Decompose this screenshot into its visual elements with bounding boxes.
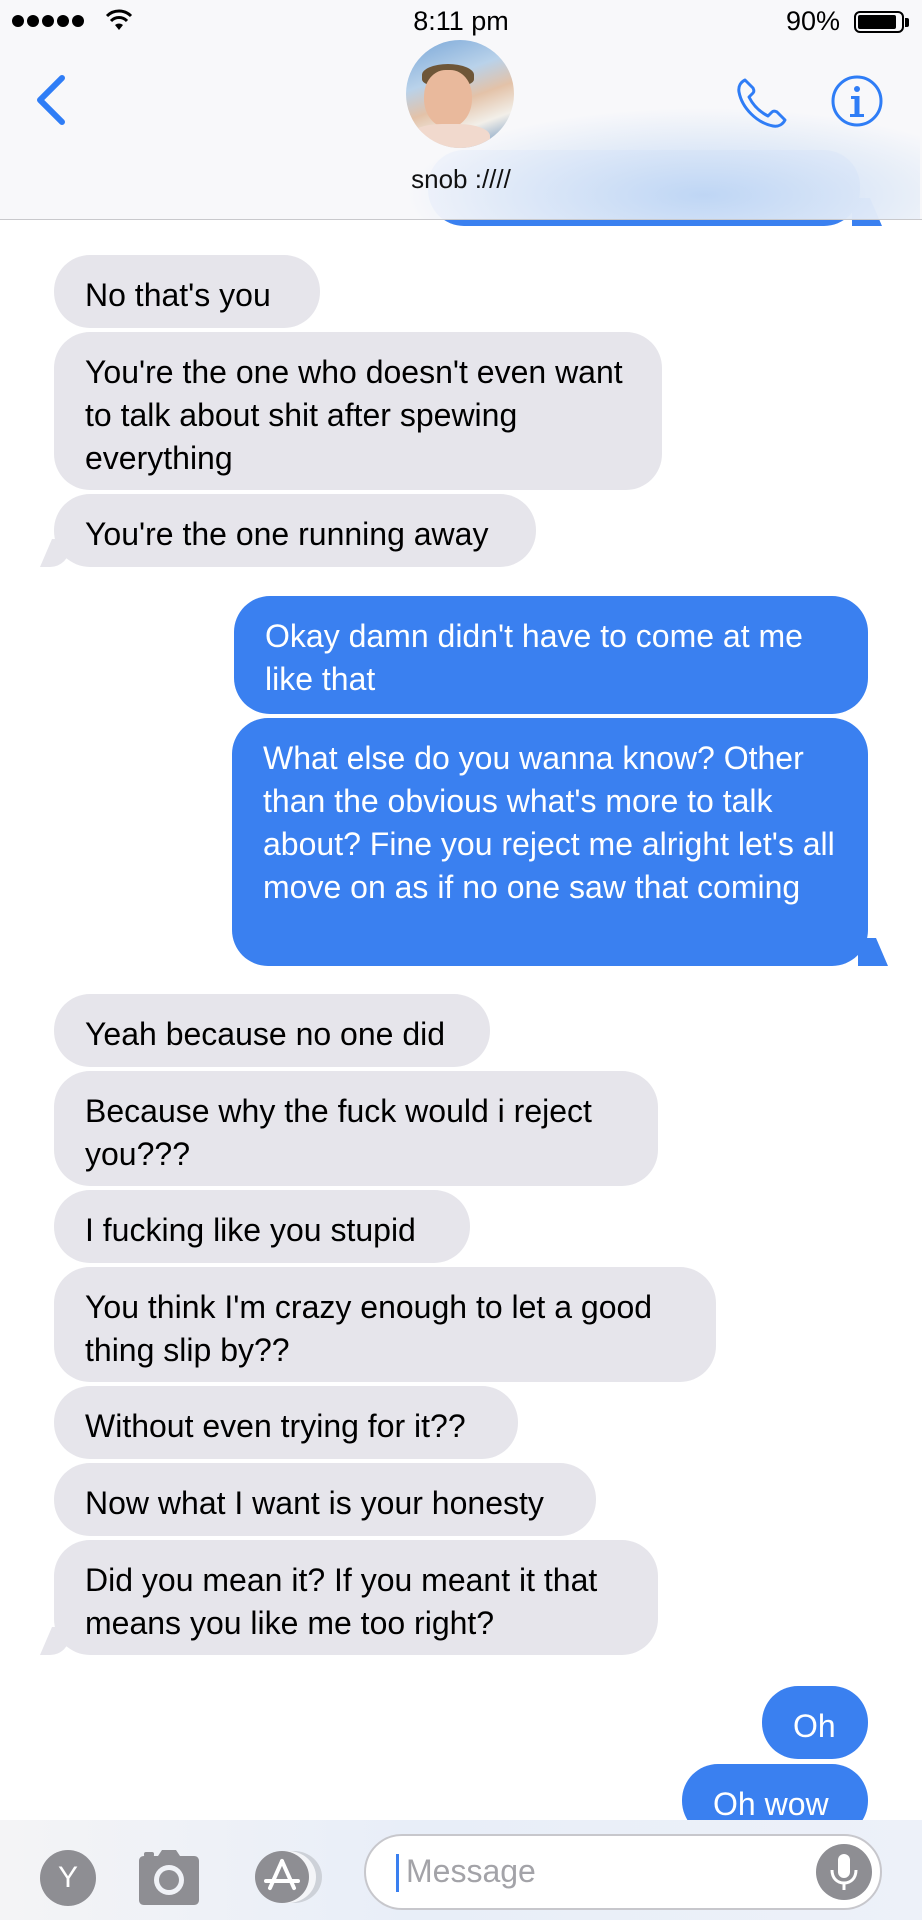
message-list[interactable]: No that's you You're the one who doesn't…: [0, 0, 922, 1820]
message-text: You're the one who doesn't even want to …: [85, 354, 623, 476]
imessage-screen: No that's you You're the one who doesn't…: [0, 0, 922, 1920]
message-text: Did you mean it? If you meant it that me…: [85, 1562, 598, 1641]
apps-button[interactable]: Y: [40, 1850, 96, 1906]
composer-bar: Y Message: [0, 1820, 922, 1920]
bubble-tail: [858, 938, 888, 966]
message-text: Now what I want is your honesty: [85, 1485, 544, 1521]
message-bubble-incoming[interactable]: You're the one running away: [54, 494, 536, 567]
microphone-icon: [830, 1854, 858, 1890]
info-icon: [831, 75, 883, 127]
message-text: Yeah because no one did: [85, 1016, 446, 1052]
message-bubble-incoming[interactable]: Without even trying for it??: [54, 1386, 518, 1459]
back-button[interactable]: [30, 70, 74, 130]
camera-icon: [139, 1850, 199, 1905]
text-cursor: [396, 1854, 399, 1892]
contact-name[interactable]: snob :////: [0, 164, 922, 195]
message-bubble-incoming[interactable]: No that's you: [54, 255, 320, 328]
message-bubble-outgoing[interactable]: Okay damn didn't have to come at me like…: [234, 596, 868, 714]
message-input[interactable]: Message: [364, 1834, 882, 1910]
message-bubble-outgoing[interactable]: What else do you wanna know? Other than …: [232, 718, 868, 966]
message-bubble-outgoing[interactable]: Oh: [762, 1686, 868, 1759]
avatar-face: [424, 70, 472, 128]
message-bubble-incoming[interactable]: I fucking like you stupid: [54, 1190, 470, 1263]
app-store-icon: [255, 1851, 322, 1903]
message-text: Oh: [793, 1708, 836, 1744]
info-button[interactable]: [830, 74, 884, 128]
battery-percent: 90%: [785, 6, 840, 36]
app-store-button[interactable]: [246, 1848, 330, 1906]
phone-icon: [737, 78, 787, 128]
chevron-left-icon: [37, 75, 65, 125]
message-text: I fucking like you stupid: [85, 1212, 416, 1248]
message-text: Okay damn didn't have to come at me like…: [265, 618, 803, 697]
call-button[interactable]: [733, 74, 791, 132]
battery-fill: [858, 15, 896, 29]
message-bubble-incoming[interactable]: Did you mean it? If you meant it that me…: [54, 1540, 658, 1655]
message-text: Without even trying for it??: [85, 1408, 466, 1444]
message-bubble-incoming[interactable]: Yeah because no one did: [54, 994, 490, 1067]
message-placeholder: Message: [406, 1853, 536, 1889]
battery-icon: [854, 11, 904, 33]
battery-cap: [905, 18, 909, 27]
status-bar: 8:11 pm 90%: [0, 0, 922, 44]
message-text: You think I'm crazy enough to let a good…: [85, 1289, 653, 1368]
message-text: Oh wow: [713, 1786, 829, 1820]
avatar-shirt: [410, 124, 490, 148]
camera-button[interactable]: [136, 1846, 202, 1908]
message-bubble-incoming[interactable]: You think I'm crazy enough to let a good…: [54, 1267, 716, 1382]
message-bubble-outgoing[interactable]: Oh wow: [682, 1764, 868, 1820]
message-bubble-incoming[interactable]: Because why the fuck would i reject you?…: [54, 1071, 658, 1186]
microphone-button[interactable]: [816, 1844, 872, 1900]
status-time: 8:11 pm: [413, 6, 509, 36]
message-text: No that's you: [85, 277, 271, 313]
message-text: What else do you wanna know? Other than …: [263, 740, 835, 905]
message-bubble-incoming[interactable]: You're the one who doesn't even want to …: [54, 332, 662, 490]
message-text: You're the one running away: [85, 516, 489, 552]
contact-avatar[interactable]: [406, 40, 514, 148]
bubble-tail: [40, 539, 70, 567]
bubble-tail: [40, 1627, 70, 1655]
message-bubble-incoming[interactable]: Now what I want is your honesty: [54, 1463, 596, 1536]
message-text: Because why the fuck would i reject you?…: [85, 1093, 592, 1172]
